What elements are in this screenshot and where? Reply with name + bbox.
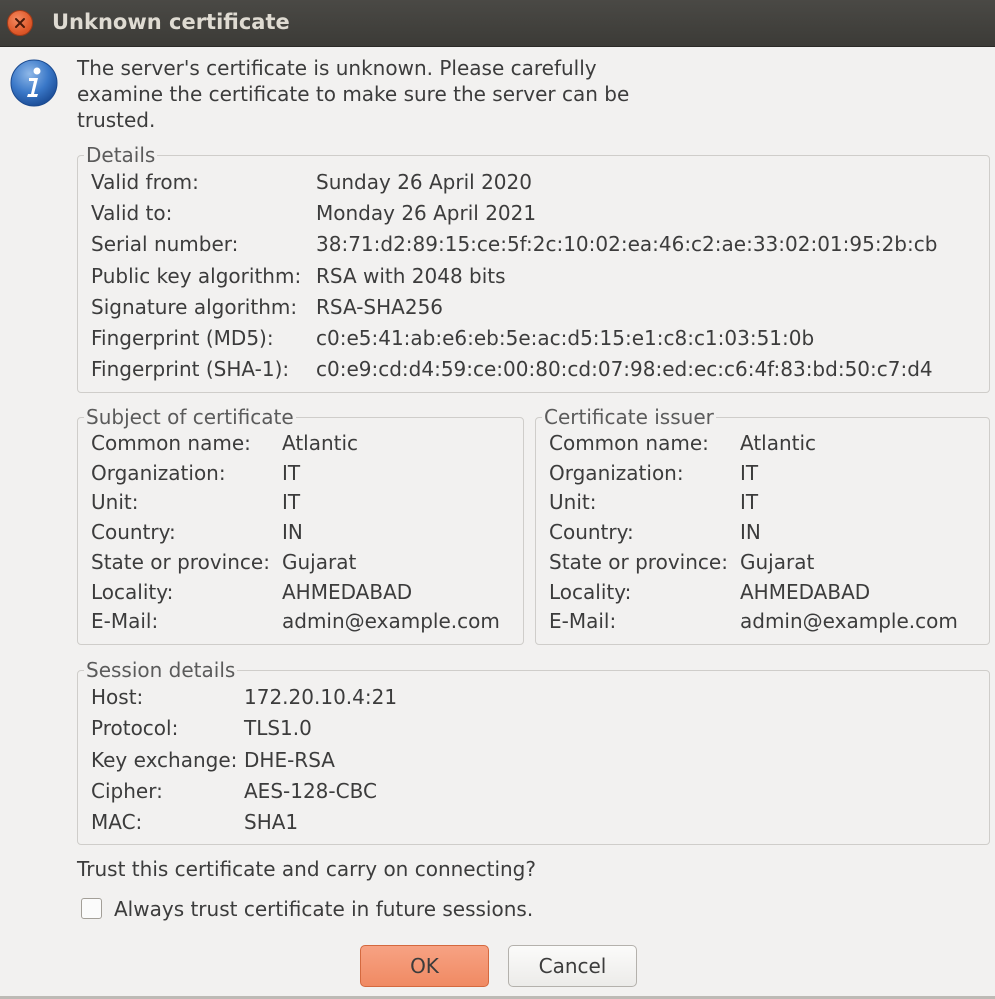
field-value: TLS1.0 <box>244 716 312 741</box>
cancel-button[interactable]: Cancel <box>508 945 637 987</box>
issuer-group: Certificate issuer Common name: Atlantic O… <box>535 405 990 645</box>
field-label: Valid to: <box>91 201 173 226</box>
field-label: Signature algorithm: <box>91 294 298 319</box>
window-title: Unknown certificate <box>52 10 290 34</box>
field-value: Sunday 26 April 2020 <box>316 170 532 194</box>
group-title: Certificate issuer <box>542 405 716 429</box>
field-label: Serial number: <box>91 232 239 257</box>
details-group: Details Valid from: Sunday 26 April 2020 V… <box>77 143 990 393</box>
field-value: SHA1 <box>244 810 299 835</box>
field-value: IN <box>282 520 303 545</box>
field-label: State or province: <box>549 549 728 574</box>
field-value: IT <box>282 460 301 485</box>
field-value: IT <box>740 460 759 485</box>
field-value: IT <box>282 490 301 515</box>
field-label: Organization: <box>549 460 684 485</box>
field-label: Protocol: <box>91 716 179 741</box>
session-group: Session details Host: 172.20.10.4:21 Proto… <box>77 658 990 845</box>
close-icon <box>15 18 25 28</box>
field-label: Unit: <box>549 490 597 515</box>
field-value: Monday 26 April 2021 <box>316 201 537 226</box>
field-label: E-Mail: <box>91 609 159 634</box>
field-value: c0:e9:cd:d4:59:ce:00:80:cd:07:98:ed:ec:c… <box>316 357 933 382</box>
field-label: Host: <box>91 685 144 709</box>
field-label: Country: <box>91 520 176 545</box>
field-value: IN <box>740 520 761 545</box>
field-label: Common name: <box>91 431 251 455</box>
ok-button[interactable]: OK <box>360 945 489 987</box>
field-label: E-Mail: <box>549 609 617 634</box>
field-value: c0:e5:41:ab:e6:eb:5e:ac:d5:15:e1:c8:c1:0… <box>316 326 815 350</box>
field-label: Key exchange: <box>91 747 238 772</box>
field-value: IT <box>740 490 759 515</box>
field-value: Atlantic <box>740 431 817 455</box>
group-title: Session details <box>84 658 238 682</box>
field-value: Gujarat <box>740 549 815 574</box>
field-label: Locality: <box>549 579 632 604</box>
subject-group: Subject of certificate Common name: Atlan… <box>77 405 524 645</box>
field-value: 38:71:d2:89:15:ce:5f:2c:10:02:ea:46:c2:a… <box>316 232 938 257</box>
field-value: AHMEDABAD <box>740 579 871 604</box>
always-trust-checkbox[interactable] <box>81 898 102 919</box>
field-label: Valid from: <box>91 170 199 194</box>
close-button[interactable] <box>7 10 33 36</box>
trust-question: Trust this certificate and carry on conn… <box>77 857 536 881</box>
field-label: Organization: <box>91 460 226 485</box>
field-label: MAC: <box>91 810 143 835</box>
title-bar: Unknown certificate <box>0 0 995 47</box>
field-value: RSA-SHA256 <box>316 294 444 319</box>
field-label: Country: <box>549 520 634 545</box>
info-icon <box>10 59 58 107</box>
group-title: Subject of certificate <box>84 405 296 429</box>
field-label: Common name: <box>549 431 709 455</box>
field-value: 172.20.10.4:21 <box>244 685 398 709</box>
group-title: Details <box>84 143 158 167</box>
field-label: Cipher: <box>91 778 163 803</box>
always-trust-label[interactable]: Always trust certificate in future sessi… <box>114 897 533 921</box>
field-value: AES-128-CBC <box>244 778 377 803</box>
field-value: admin@example.com <box>740 609 958 634</box>
intro-message: The server's certificate is unknown. Ple… <box>77 56 630 132</box>
field-label: Locality: <box>91 579 174 604</box>
field-label: Fingerprint (SHA-1): <box>91 357 290 382</box>
field-label: State or province: <box>91 549 270 574</box>
field-label: Public key algorithm: <box>91 263 302 288</box>
field-value: Gujarat <box>282 549 357 574</box>
field-value: RSA with 2048 bits <box>316 263 506 288</box>
field-label: Unit: <box>91 490 139 515</box>
field-label: Fingerprint (MD5): <box>91 326 274 350</box>
field-value: DHE-RSA <box>244 747 335 772</box>
field-value: admin@example.com <box>282 609 500 634</box>
field-value: Atlantic <box>282 431 359 455</box>
field-value: AHMEDABAD <box>282 579 413 604</box>
